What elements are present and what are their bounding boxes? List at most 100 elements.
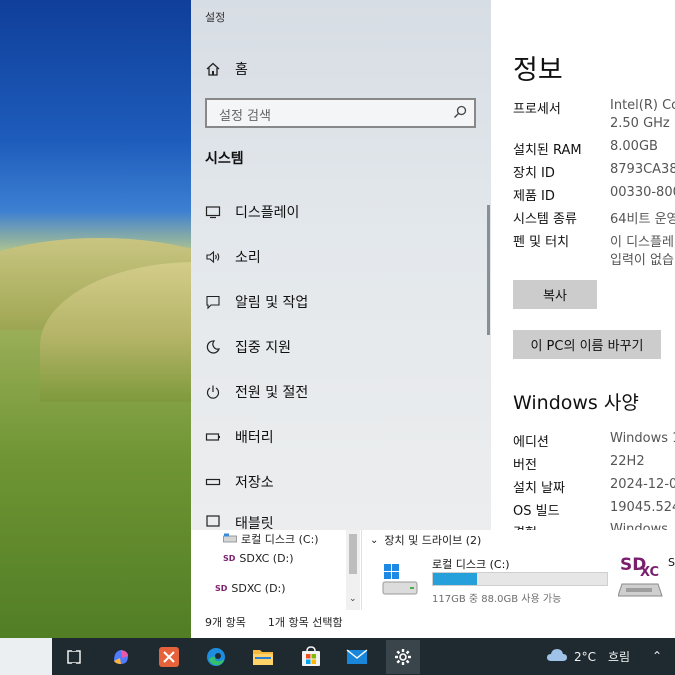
spec-key: 설치된 RAM [513,143,582,158]
explorer-content-pane: ⌄ 장치 및 드라이브 (2) 로컬 디스크 (C:) 117GB 중 88.0… [362,530,675,638]
chevron-up-icon[interactable]: ⌃ [652,649,662,663]
file-explorer-window: 로컬 디스크 (C:) SD SDXC (D:) SD SDXC (D:) ⌄ … [191,530,675,638]
explorer-nav-pane: 로컬 디스크 (C:) SD SDXC (D:) SD SDXC (D:) ⌄ … [191,530,361,638]
monitor-icon [205,204,221,220]
explorer-status-bar: 9개 항목 1개 항목 선택함 [205,614,343,630]
page-title: 정보 [513,55,563,86]
app-icon[interactable] [152,640,186,674]
spec-key: 펜 및 터치 [513,235,570,250]
tree-item-label: SDXC (D:) [231,582,286,595]
moon-icon [205,339,221,355]
chevron-down-icon[interactable]: ⌄ [349,594,357,604]
spec-key: 프로세서 [513,102,561,117]
spec-key: 경험 [513,522,537,530]
spec-value: 2024-12-07 [610,477,675,492]
status-selected-count: 1개 항목 선택함 [267,616,343,629]
tablet-icon [205,513,221,529]
sdxc-icon: SD [215,584,228,593]
nav-scrollbar[interactable] [487,205,490,335]
sidebar-item-label: 알림 및 작업 [235,295,309,311]
sidebar-item-power[interactable]: 전원 및 절전 [205,380,308,404]
spec-value: 2.50 GHz [610,116,670,131]
copy-button[interactable]: 복사 [513,280,597,309]
taskbar: 2°C 흐림 ⌃ [0,638,675,675]
mail-icon[interactable] [340,640,374,674]
spec-value: Windows [610,522,669,530]
weather-temperature: 2°C [574,649,597,664]
search-placeholder: 설정 검색 [219,109,271,124]
windows-spec-heading: Windows 사양 [513,392,639,414]
spec-key: 시스템 종류 [513,212,577,227]
file-explorer-icon[interactable] [246,640,280,674]
sidebar-item-focus-assist[interactable]: 집중 지원 [205,335,291,359]
settings-window: 설정 홈 설정 검색 시스템 디스플레이 소리 알림 및 작업 집중 지원 전원… [191,0,675,530]
spec-key: OS 빌드 [513,504,560,519]
search-icon[interactable] [452,104,468,124]
spec-key: 제품 ID [513,189,555,204]
home-nav-item[interactable]: 홈 [205,58,248,80]
section-heading: 시스템 [205,151,244,167]
rename-pc-button[interactable]: 이 PC의 이름 바꾸기 [513,330,661,359]
chevron-down-icon[interactable]: ⌄ [370,535,378,546]
sdxc-logo: SD XC [617,550,664,600]
sdxc-icon: SD [223,554,236,563]
sidebar-item-label: 배터리 [235,430,274,446]
storage-icon [205,474,221,490]
sidebar-item-battery[interactable]: 배터리 [205,425,274,449]
copilot-icon[interactable] [104,640,138,674]
spec-value: Intel(R) Core [610,98,675,113]
local-disk-icon [382,564,418,602]
tree-item-local-disk[interactable]: 로컬 디스크 (C:) [223,531,319,547]
edge-icon[interactable] [199,640,233,674]
spec-value: Windows 1 [610,431,675,446]
sidebar-item-label: 소리 [235,250,261,266]
weather-condition: 흐림 [608,650,631,664]
tree-item-sdxc[interactable]: SD SDXC (D:) [215,582,286,595]
task-view-icon[interactable] [57,640,91,674]
svg-text:XC: XC [640,565,659,580]
drive-name: 로컬 디스크 (C:) [432,558,510,571]
weather-widget[interactable]: 2°C 흐림 [546,648,630,665]
spec-value: 입력이 없습 [610,253,674,268]
spec-value: 64비트 운영 [610,212,675,227]
power-icon [205,384,221,400]
drive-info: 117GB 중 88.0GB 사용 가능 [432,594,562,605]
settings-search-input[interactable]: 설정 검색 [205,98,476,128]
tree-item-sdxc[interactable]: SD SDXC (D:) [223,552,294,565]
spec-key: 에디션 [513,435,549,450]
sidebar-item-display[interactable]: 디스플레이 [205,200,299,224]
explorer-scrollbar[interactable]: ⌄ [346,530,360,610]
spec-value: 00330-8000 [610,185,675,200]
status-item-count: 9개 항목 [205,616,246,629]
drive-usage-fill [433,573,477,585]
sidebar-item-tablet[interactable]: 태블릿 [205,513,274,530]
sidebar-item-sound[interactable]: 소리 [205,245,261,269]
taskbar-search-area[interactable] [0,638,52,675]
spec-key: 설치 날짜 [513,481,565,496]
spec-value: 19045.5247 [610,500,675,515]
store-icon[interactable] [294,640,328,674]
notification-icon [205,294,221,310]
devices-group-header[interactable]: ⌄ 장치 및 드라이브 (2) [370,532,481,548]
battery-icon [205,429,221,445]
sidebar-item-notifications[interactable]: 알림 및 작업 [205,290,308,314]
drive-name: S [668,556,675,569]
sidebar-item-label: 저장소 [235,475,274,491]
spec-value: 22H2 [610,454,645,469]
spec-value: 8.00GB [610,139,658,154]
speaker-icon [205,249,221,265]
spec-value: 8793CA38- [610,162,675,177]
settings-nav-pane: 설정 홈 설정 검색 시스템 디스플레이 소리 알림 및 작업 집중 지원 전원… [191,0,491,530]
scrollbar-thumb[interactable] [349,534,357,574]
sidebar-item-label: 태블릿 [235,516,274,530]
window-title: 설정 [205,11,226,24]
drive-usage-bar [432,572,608,586]
spec-key: 버전 [513,458,537,473]
sidebar-item-storage[interactable]: 저장소 [205,470,274,494]
sidebar-item-label: 전원 및 절전 [235,385,309,401]
sidebar-item-label: 집중 지원 [235,340,291,356]
home-icon [205,61,221,77]
drive-icon [223,533,237,546]
home-label: 홈 [235,62,248,78]
settings-icon[interactable] [386,640,420,674]
